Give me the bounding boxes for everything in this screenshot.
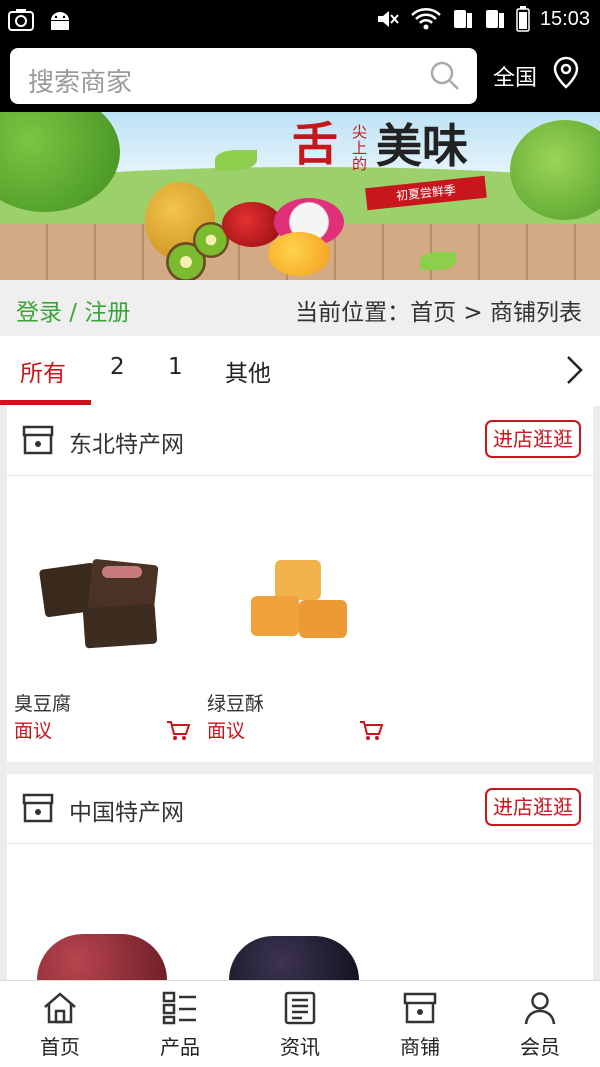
location-row: 登录 / 注册 当前位置：首页 > 商铺列表 — [0, 280, 600, 336]
status-bar: 15:03 — [0, 0, 600, 42]
store-name[interactable]: 东北特产网 — [69, 425, 184, 459]
banner-title-char: 舌 — [292, 117, 338, 171]
banner-mango — [268, 232, 330, 276]
tab-2[interactable]: 2 — [110, 354, 125, 380]
region-selector[interactable]: 全国 — [493, 60, 537, 92]
grid-list-icon — [162, 991, 196, 1025]
store-icon — [22, 425, 54, 455]
bottom-nav: 首页 产品 资讯 商铺 会员 — [0, 980, 600, 1067]
search-icon[interactable] — [429, 60, 461, 92]
product-image[interactable] — [229, 936, 359, 980]
search-input[interactable]: 搜索商家 — [10, 48, 477, 104]
tab-all[interactable]: 所有 — [20, 354, 66, 388]
search-header: 搜索商家 全国 — [0, 42, 600, 112]
nav-member[interactable]: 会员 — [480, 981, 600, 1067]
mute-icon — [377, 11, 399, 27]
nav-label: 会员 — [520, 1035, 560, 1059]
nav-products[interactable]: 产品 — [120, 981, 240, 1067]
tab-other[interactable]: 其他 — [225, 354, 271, 388]
nav-label: 产品 — [160, 1035, 200, 1059]
screenshot-icon — [8, 9, 34, 31]
store-card: 中国特产网 进店逛逛 — [7, 774, 593, 980]
breadcrumb: 当前位置：首页 > 商铺列表 — [295, 300, 582, 326]
android-icon — [51, 12, 69, 30]
product-image — [14, 488, 199, 678]
wifi-icon — [411, 8, 441, 30]
product-name: 臭豆腐 — [14, 693, 72, 715]
active-tab-indicator — [0, 400, 91, 405]
store-card-header: 东北特产网 进店逛逛 — [7, 406, 593, 476]
store-card-header: 中国特产网 进店逛逛 — [7, 774, 593, 844]
banner-title: 美味 — [376, 119, 468, 173]
product-image[interactable] — [37, 934, 167, 980]
sim2-signal-icon — [485, 10, 504, 28]
news-icon — [284, 991, 316, 1025]
nav-home[interactable]: 首页 — [0, 981, 120, 1067]
tab-1[interactable]: 1 — [168, 354, 183, 380]
banner-small-text: 尖上的 — [352, 123, 368, 173]
cart-icon[interactable] — [359, 720, 383, 742]
nav-stores[interactable]: 商铺 — [360, 981, 480, 1067]
banner-leaf — [215, 150, 257, 170]
sim1-signal-icon — [453, 10, 472, 28]
login-register-link[interactable]: 登录 / 注册 — [16, 293, 130, 327]
nav-label: 资讯 — [280, 1035, 320, 1059]
store-name[interactable]: 中国特产网 — [69, 793, 184, 827]
banner-leaf — [420, 252, 456, 270]
store-card: 东北特产网 进店逛逛 臭豆腐 面议 绿豆酥 面议 — [7, 406, 593, 762]
store-icon — [22, 793, 54, 823]
product-name: 绿豆酥 — [207, 693, 265, 715]
product-item[interactable]: 臭豆腐 面议 — [14, 488, 199, 748]
category-tabs: 所有 2 1 其他 — [0, 336, 600, 406]
nav-news[interactable]: 资讯 — [240, 981, 360, 1067]
nav-label: 首页 — [40, 1035, 80, 1059]
product-item[interactable]: 绿豆酥 面议 — [207, 488, 392, 748]
home-icon — [44, 992, 76, 1024]
battery-icon — [516, 6, 530, 32]
visit-store-button[interactable]: 进店逛逛 — [485, 788, 581, 826]
store-icon — [403, 992, 437, 1024]
clock: 15:03 — [539, 7, 590, 30]
user-icon — [524, 992, 556, 1025]
product-image — [207, 488, 392, 678]
search-placeholder: 搜索商家 — [28, 68, 133, 98]
chevron-right-icon[interactable] — [564, 354, 586, 386]
product-price: 面议 — [207, 720, 246, 742]
location-pin-icon[interactable] — [550, 56, 582, 90]
visit-store-button[interactable]: 进店逛逛 — [485, 420, 581, 458]
nav-label: 商铺 — [400, 1035, 440, 1059]
cart-icon[interactable] — [166, 720, 190, 742]
product-price: 面议 — [14, 720, 53, 742]
